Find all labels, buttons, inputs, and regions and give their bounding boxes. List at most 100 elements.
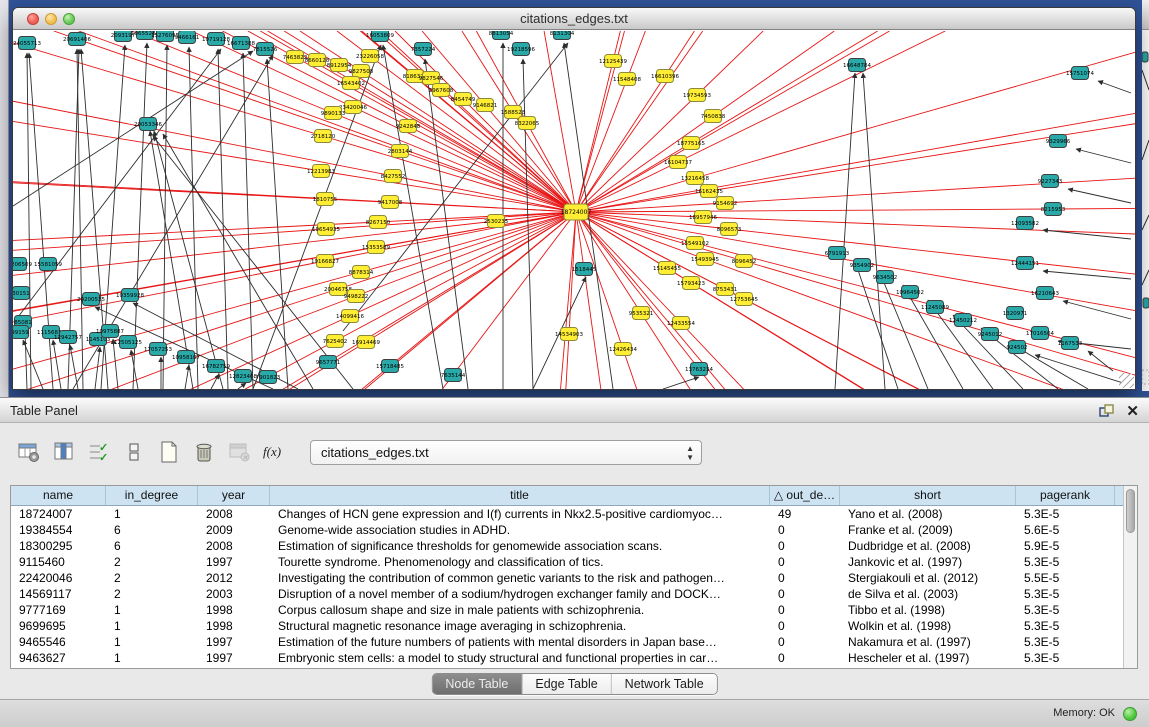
background-network-window[interactable] — [1142, 0, 1149, 391]
column-header-out_de[interactable]: △ out_de… — [770, 486, 840, 505]
cell-pagerank[interactable]: 5.3E-5 — [1016, 650, 1115, 666]
cell-title[interactable]: Changes of HCN gene expression and I(f) … — [270, 506, 770, 522]
table-row[interactable]: 1830029562008Estimation of significance … — [11, 538, 1123, 554]
table-row[interactable]: 2242004622012Investigating the contribut… — [11, 570, 1123, 586]
cell-short[interactable]: Yano et al. (2008) — [840, 506, 1016, 522]
cell-short[interactable]: Franke et al. (2009) — [840, 522, 1016, 538]
cell-name[interactable]: 9699695 — [11, 618, 106, 634]
table-selector-dropdown[interactable]: citations_edges.txt ▲▼ — [310, 440, 702, 465]
delete-table-button[interactable] — [191, 439, 217, 465]
table-row[interactable]: 946362711997Embryonic stem cells: a mode… — [11, 650, 1123, 666]
select-all-button[interactable]: ✓✓ — [86, 439, 112, 465]
cell-in_degree[interactable]: 2 — [106, 554, 198, 570]
cell-in_degree[interactable]: 6 — [106, 522, 198, 538]
cell-name[interactable]: 9777169 — [11, 602, 106, 618]
cell-short[interactable]: Wolkin et al. (1998) — [840, 618, 1016, 634]
cell-title[interactable]: Structural magnetic resonance image aver… — [270, 618, 770, 634]
cell-pagerank[interactable]: 5.9E-5 — [1016, 538, 1115, 554]
tab-network-table[interactable]: Network Table — [612, 674, 717, 694]
network-window-titlebar[interactable]: citations_edges.txt — [13, 8, 1135, 30]
cell-year[interactable]: 2012 — [198, 570, 270, 586]
cell-title[interactable]: Genome-wide association studies in ADHD. — [270, 522, 770, 538]
cell-pagerank[interactable]: 5.3E-5 — [1016, 602, 1115, 618]
cell-out_de[interactable]: 0 — [770, 522, 840, 538]
cell-title[interactable]: Corpus callosum shape and size in male p… — [270, 602, 770, 618]
cell-name[interactable]: 18724007 — [11, 506, 106, 522]
cell-pagerank[interactable]: 5.3E-5 — [1016, 634, 1115, 650]
tab-edge-table[interactable]: Edge Table — [522, 674, 611, 694]
cell-out_de[interactable]: 0 — [770, 554, 840, 570]
cell-out_de[interactable]: 0 — [770, 570, 840, 586]
table-row[interactable]: 1938455462009Genome-wide association stu… — [11, 522, 1123, 538]
cell-title[interactable]: Tourette syndrome. Phenomenology and cla… — [270, 554, 770, 570]
cell-out_de[interactable]: 0 — [770, 538, 840, 554]
cell-name[interactable]: 9465546 — [11, 634, 106, 650]
cell-short[interactable]: Nakamura et al. (1997) — [840, 634, 1016, 650]
column-header-name[interactable]: name — [11, 486, 106, 505]
cell-year[interactable]: 2008 — [198, 506, 270, 522]
column-header-pagerank[interactable]: pagerank — [1016, 486, 1115, 505]
cell-out_de[interactable]: 0 — [770, 586, 840, 602]
cell-short[interactable]: Jankovic et al. (1997) — [840, 554, 1016, 570]
cell-short[interactable]: Stergiakouli et al. (2012) — [840, 570, 1016, 586]
cell-out_de[interactable]: 0 — [770, 618, 840, 634]
cell-year[interactable]: 1997 — [198, 554, 270, 570]
cell-pagerank[interactable]: 5.5E-5 — [1016, 570, 1115, 586]
column-header-short[interactable]: short — [840, 486, 1016, 505]
cell-in_degree[interactable]: 1 — [106, 634, 198, 650]
cell-in_degree[interactable]: 1 — [106, 618, 198, 634]
cell-title[interactable]: Estimation of significance thresholds fo… — [270, 538, 770, 554]
table-row[interactable]: 911546021997Tourette syndrome. Phenomeno… — [11, 554, 1123, 570]
tab-node-table[interactable]: Node Table — [432, 674, 522, 694]
cell-in_degree[interactable]: 1 — [106, 602, 198, 618]
column-chooser-button[interactable] — [51, 439, 77, 465]
cell-year[interactable]: 2009 — [198, 522, 270, 538]
cell-in_degree[interactable]: 1 — [106, 506, 198, 522]
window-resize-grip[interactable] — [1119, 373, 1134, 388]
table-scrollbar-thumb[interactable] — [1126, 489, 1135, 533]
network-window[interactable]: citations_edges.txt 74638228660128891295… — [12, 7, 1136, 390]
cell-year[interactable]: 2003 — [198, 586, 270, 602]
cell-year[interactable]: 1998 — [198, 602, 270, 618]
column-header-year[interactable]: year — [198, 486, 270, 505]
cell-out_de[interactable]: 49 — [770, 506, 840, 522]
table-row[interactable]: 1456911722003Disruption of a novel membe… — [11, 586, 1123, 602]
cell-title[interactable]: Embryonic stem cells: a model to study s… — [270, 650, 770, 666]
column-header-in_degree[interactable]: in_degree — [106, 486, 198, 505]
new-table-button[interactable] — [156, 439, 182, 465]
cell-in_degree[interactable]: 6 — [106, 538, 198, 554]
cell-name[interactable]: 18300295 — [11, 538, 106, 554]
toggle-rows-button[interactable] — [121, 439, 147, 465]
cell-in_degree[interactable]: 2 — [106, 586, 198, 602]
column-header-title[interactable]: title — [270, 486, 770, 505]
cell-pagerank[interactable]: 5.3E-5 — [1016, 586, 1115, 602]
cell-out_de[interactable]: 0 — [770, 634, 840, 650]
cell-pagerank[interactable]: 5.6E-5 — [1016, 522, 1115, 538]
cell-year[interactable]: 2008 — [198, 538, 270, 554]
network-canvas[interactable]: 7463822866012889129542322605898275081654… — [13, 31, 1135, 389]
cell-year[interactable]: 1997 — [198, 634, 270, 650]
function-builder-button[interactable]: f(x) — [261, 439, 287, 465]
cell-out_de[interactable]: 0 — [770, 650, 840, 666]
table-options-button[interactable] — [16, 439, 42, 465]
table-scrollbar[interactable] — [1123, 486, 1137, 668]
cell-name[interactable]: 19384554 — [11, 522, 106, 538]
cell-in_degree[interactable]: 1 — [106, 650, 198, 666]
cell-short[interactable]: Hescheler et al. (1997) — [840, 650, 1016, 666]
cell-title[interactable]: Investigating the contribution of common… — [270, 570, 770, 586]
table-row[interactable]: 946554611997Estimation of the future num… — [11, 634, 1123, 650]
cell-year[interactable]: 1998 — [198, 618, 270, 634]
table-row[interactable]: 977716911998Corpus callosum shape and si… — [11, 602, 1123, 618]
cell-name[interactable]: 22420046 — [11, 570, 106, 586]
table-row[interactable]: 969969511998Structural magnetic resonanc… — [11, 618, 1123, 634]
cell-pagerank[interactable]: 5.3E-5 — [1016, 618, 1115, 634]
float-panel-icon[interactable] — [1099, 404, 1114, 418]
cell-name[interactable]: 9463627 — [11, 650, 106, 666]
cell-out_de[interactable]: 0 — [770, 602, 840, 618]
cell-year[interactable]: 1997 — [198, 650, 270, 666]
cell-pagerank[interactable]: 5.3E-5 — [1016, 506, 1115, 522]
cell-name[interactable]: 14569117 — [11, 586, 106, 602]
cell-in_degree[interactable]: 2 — [106, 570, 198, 586]
cell-title[interactable]: Disruption of a novel member of a sodium… — [270, 586, 770, 602]
cell-short[interactable]: Dudbridge et al. (2008) — [840, 538, 1016, 554]
